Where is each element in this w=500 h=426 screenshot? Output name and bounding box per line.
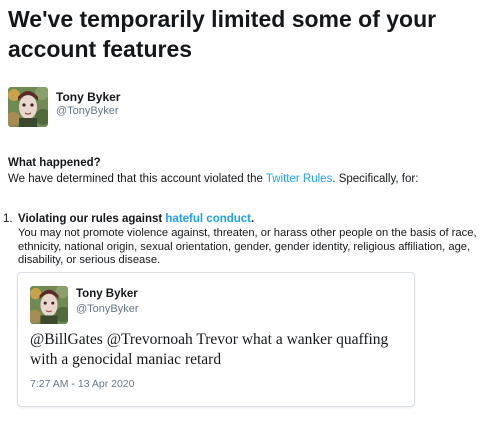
- page-title: We've temporarily limited some of your a…: [8, 6, 437, 62]
- violation-title-after: .: [251, 213, 255, 225]
- avatar-image: [8, 87, 48, 127]
- hateful-conduct-link[interactable]: hateful conduct: [165, 213, 251, 225]
- what-happened-text-after: . Specifically, for:: [332, 173, 419, 185]
- violation-title: Violating our rules against hateful cond…: [18, 213, 254, 225]
- tweet-avatar-icon[interactable]: [30, 286, 68, 324]
- tweet-timestamp[interactable]: 7:27 AM - 13 Apr 2020: [30, 378, 135, 390]
- tweet-avatar-image: [30, 286, 68, 324]
- violation-title-before: Violating our rules against: [18, 213, 166, 225]
- what-happened-text-before: We have determined that this account vio…: [8, 173, 266, 185]
- violation-number: 1.: [3, 213, 13, 225]
- what-happened-heading: What happened?: [8, 157, 101, 169]
- tweet-card[interactable]: Tony Byker @TonyByker @BillGates @Trevor…: [17, 272, 415, 407]
- account-name[interactable]: Tony Byker: [56, 90, 120, 104]
- account-handle[interactable]: @TonyByker: [56, 105, 119, 117]
- violation-description: You may not promote violence against, th…: [18, 227, 477, 266]
- tweet-author-handle[interactable]: @TonyByker: [76, 303, 139, 315]
- user-avatar-portrait-icon[interactable]: [8, 87, 48, 127]
- tweet-author-name[interactable]: Tony Byker: [76, 288, 138, 300]
- what-happened-text: We have determined that this account vio…: [8, 173, 496, 185]
- twitter-rules-link[interactable]: Twitter Rules: [266, 173, 332, 185]
- tweet-text: @BillGates @Trevornoah Trevor what a wan…: [30, 331, 389, 368]
